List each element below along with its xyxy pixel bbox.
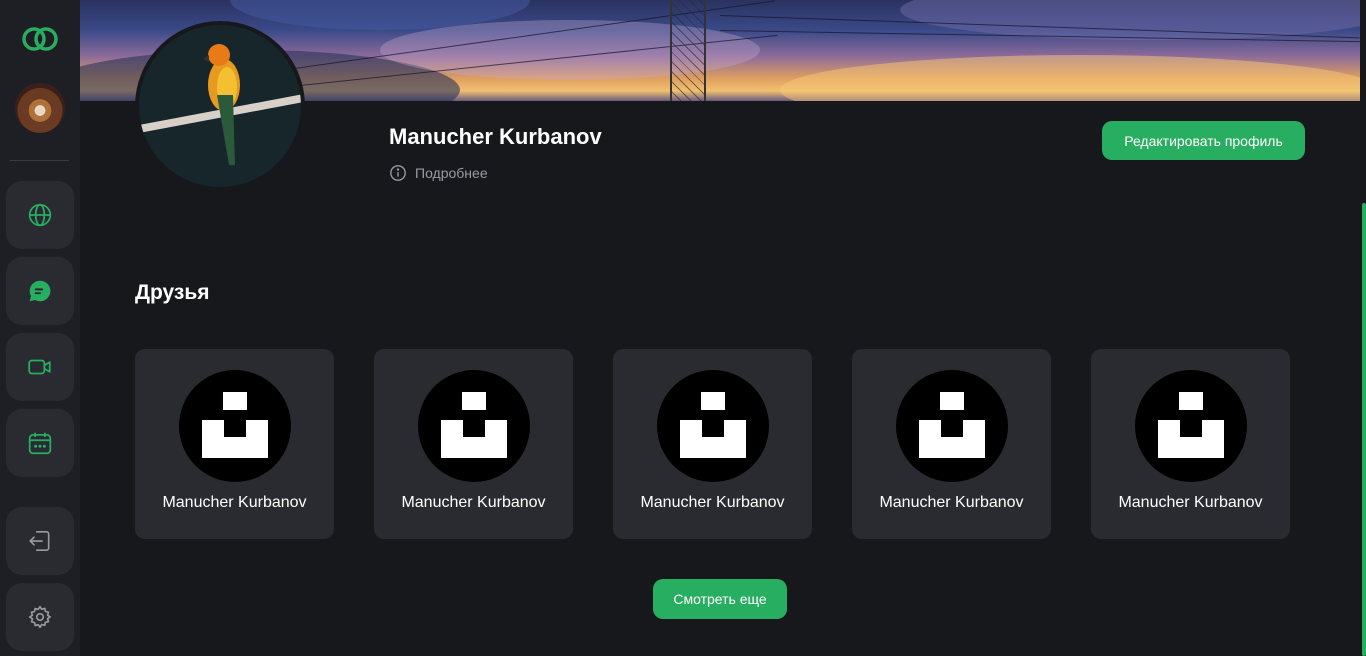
- sidebar-item-globe[interactable]: [6, 181, 74, 249]
- sidebar-divider: [10, 160, 69, 161]
- friend-name: Manucher Kurbanov: [640, 494, 785, 511]
- friend-avatar: [1135, 370, 1247, 482]
- more-info-link[interactable]: Подробнее: [389, 164, 488, 182]
- logout-icon: [29, 530, 50, 552]
- friend-avatar: [896, 370, 1008, 482]
- default-avatar-icon: [202, 392, 268, 458]
- default-avatar-icon: [919, 392, 985, 458]
- friend-avatar: [418, 370, 530, 482]
- default-avatar-icon: [680, 392, 746, 458]
- chat-icon: [29, 280, 51, 302]
- friend-avatar: [657, 370, 769, 482]
- profile-avatar[interactable]: [135, 21, 305, 191]
- friend-card[interactable]: Manucher Kurbanov: [1091, 349, 1290, 539]
- friend-card[interactable]: Manucher Kurbanov: [374, 349, 573, 539]
- friend-name: Manucher Kurbanov: [879, 494, 1024, 511]
- profile-name: Manucher Kurbanov: [389, 124, 602, 149]
- video-camera-icon: [28, 359, 51, 375]
- more-info-label: Подробнее: [415, 165, 488, 181]
- info-icon: [390, 165, 406, 181]
- gear-icon: [28, 605, 51, 629]
- friend-name: Manucher Kurbanov: [401, 494, 546, 511]
- friend-name: Manucher Kurbanov: [162, 494, 307, 511]
- friend-card[interactable]: Manucher Kurbanov: [135, 349, 334, 539]
- app-root: Manucher Kurbanov Подробнее Редактироват…: [0, 0, 1366, 656]
- user-avatar[interactable]: [15, 83, 65, 133]
- globe-icon: [28, 203, 52, 227]
- friend-name: Manucher Kurbanov: [1118, 494, 1263, 511]
- default-avatar-icon: [1158, 392, 1224, 458]
- logo-icon[interactable]: [21, 26, 59, 52]
- friend-card[interactable]: Manucher Kurbanov: [852, 349, 1051, 539]
- friends-title: Друзья: [135, 281, 210, 304]
- scrollbar[interactable]: [1362, 203, 1366, 656]
- parrot-photo: [139, 25, 301, 187]
- default-avatar-icon: [441, 392, 507, 458]
- main-content: Manucher Kurbanov Подробнее Редактироват…: [80, 0, 1366, 656]
- friends-list: Manucher Kurbanov Manucher Kurbanov Manu…: [135, 349, 1290, 539]
- edit-profile-button[interactable]: Редактировать профиль: [1102, 121, 1305, 160]
- friend-avatar: [179, 370, 291, 482]
- friend-card[interactable]: Manucher Kurbanov: [613, 349, 812, 539]
- sidebar-item-calendar[interactable]: [6, 409, 74, 477]
- sidebar-item-chat[interactable]: [6, 257, 74, 325]
- see-more-button[interactable]: Смотреть еще: [653, 579, 787, 619]
- sidebar-item-logout[interactable]: [6, 507, 74, 575]
- sidebar-item-settings[interactable]: [6, 583, 74, 651]
- calendar-icon: [28, 432, 52, 455]
- sidebar-item-video[interactable]: [6, 333, 74, 401]
- sidebar: [0, 0, 80, 656]
